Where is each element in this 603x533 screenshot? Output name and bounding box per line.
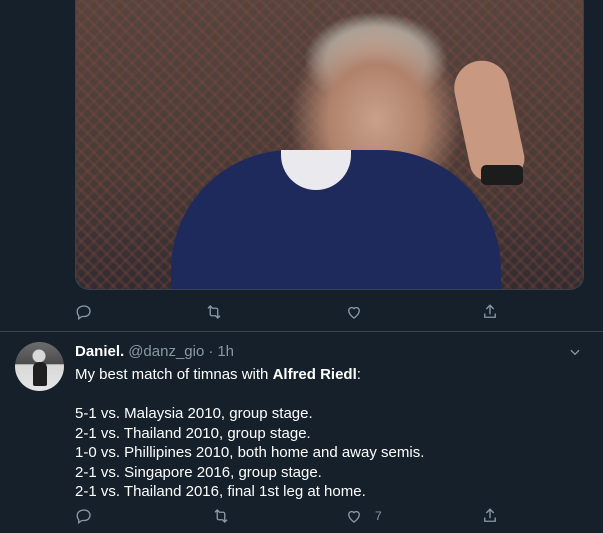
reply-button[interactable] — [75, 301, 93, 323]
mention-highlight[interactable]: Alfred Riedl — [273, 366, 357, 383]
photo-watch-shape — [481, 165, 523, 185]
retweet-icon — [214, 509, 228, 523]
tweet-intro-line: My best match of timnas with Alfred Ried… — [75, 365, 575, 385]
tweet-line: 5-1 vs. Malaysia 2010, group stage. — [75, 405, 313, 422]
tweet-line: 2-1 vs. Thailand 2010, group stage. — [75, 424, 311, 442]
reply-icon — [76, 509, 91, 525]
like-button[interactable] — [345, 301, 363, 323]
chevron-down-icon[interactable] — [568, 345, 582, 359]
tweet1-action-bar — [75, 301, 505, 323]
author-handle[interactable]: @danz_gio — [128, 343, 204, 360]
reply-icon — [76, 305, 91, 321]
tweet-line: 2-1 vs. Thailand 2016, final 1st leg at … — [75, 483, 366, 500]
retweet-button[interactable] — [212, 505, 230, 527]
tweet[interactable]: Daniel. @danz_gio · 1h My best match of … — [0, 332, 603, 533]
tweet-with-photo — [0, 0, 603, 332]
share-icon — [484, 304, 496, 318]
reply-button[interactable] — [75, 505, 93, 527]
tweet-timestamp[interactable]: 1h — [217, 343, 234, 360]
retweet-button[interactable] — [205, 301, 223, 323]
avatar-figure-shape — [33, 362, 47, 386]
tweet-header: Daniel. @danz_gio · 1h — [75, 343, 234, 360]
tweet-text: My best match of timnas with Alfred Ried… — [75, 365, 575, 502]
retweet-icon — [207, 305, 221, 319]
intro-suffix: : — [356, 366, 361, 383]
tweet2-action-bar: 7 — [75, 505, 505, 527]
share-button[interactable] — [481, 505, 499, 527]
like-button[interactable]: 7 — [345, 505, 382, 527]
like-count: 7 — [375, 509, 382, 523]
like-icon — [348, 510, 360, 523]
share-button[interactable] — [481, 301, 499, 323]
tweet-line: 2-1 vs. Singapore 2016, group stage. — [75, 463, 322, 481]
like-icon — [348, 306, 360, 319]
tweet-line: 1-0 vs. Phillipines 2010, both home and … — [75, 444, 425, 461]
header-separator: · — [208, 343, 214, 360]
avatar[interactable] — [15, 342, 64, 391]
author-name[interactable]: Daniel. — [75, 343, 124, 360]
tweet-photo[interactable] — [75, 0, 584, 290]
share-icon — [484, 508, 496, 522]
intro-prefix: My best match of timnas with — [75, 366, 273, 383]
